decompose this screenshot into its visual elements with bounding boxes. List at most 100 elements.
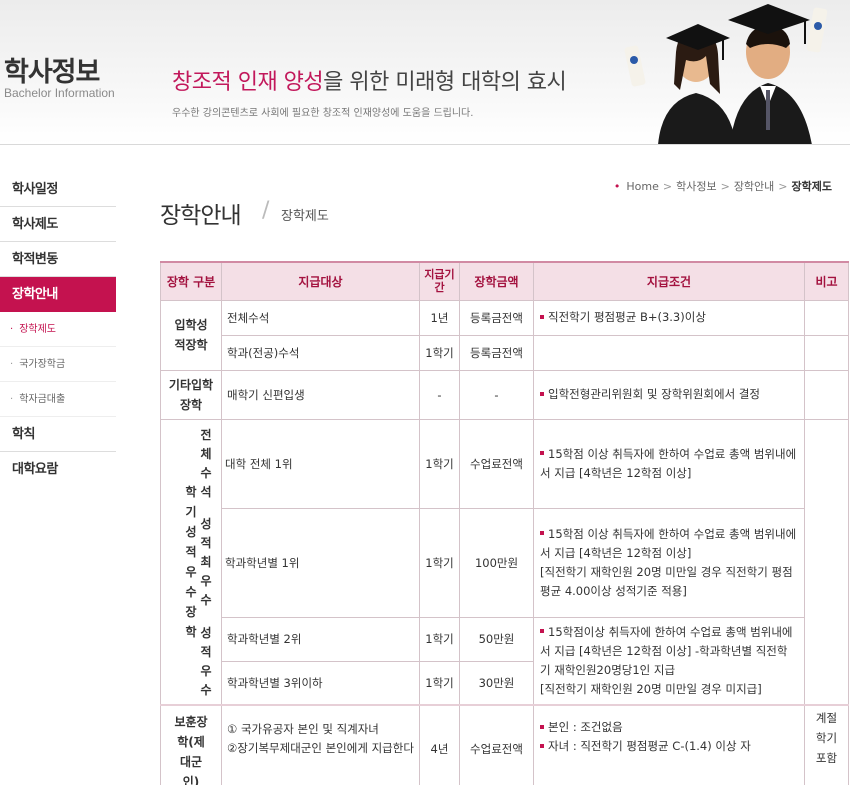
- cell-amount: 100만원: [459, 507, 534, 618]
- slogan-rest: 을 위한 미래형 대학의 효시: [323, 70, 567, 95]
- bullet-icon: [540, 314, 544, 319]
- cell-note: [804, 299, 849, 336]
- sidebar-item-system[interactable]: 학사제도: [0, 207, 116, 242]
- bullet-icon: ·: [10, 324, 14, 335]
- sub-category-bottom: 성적우수: [192, 618, 220, 706]
- cell-amount: 30만원: [459, 660, 534, 706]
- table-row: 성적최우수 학과학년별 1위 1학기 100만원 15학점 이상 취득자에 한하…: [161, 507, 849, 618]
- table-header-row: 장학 구분 지급대상 지급기간 장학금액 지급조건 비고: [160, 261, 849, 301]
- condition-text: 직전학기 평점평균 B+(3.3)이상: [548, 310, 706, 324]
- bullet-icon: [540, 724, 544, 729]
- breadcrumb-level2[interactable]: 장학안내: [734, 180, 774, 193]
- header-type: 장학 구분: [160, 261, 222, 301]
- cell-period: 1학기: [419, 418, 460, 509]
- target-text: ②장기복무제대군인 본인에게 지급한다: [227, 741, 414, 755]
- cell-target: ① 국가유공자 본인 및 직계자녀 ②장기복무제대군인 본인에게 지급한다: [221, 704, 420, 785]
- bullet-icon: ·: [10, 394, 14, 405]
- cell-condition: [533, 334, 805, 371]
- sub-category-label: 전체수석: [200, 427, 212, 499]
- sidebar-subitem-student-loan[interactable]: · 학자금대출: [0, 382, 116, 417]
- breadcrumb-current: 장학제도: [791, 180, 832, 193]
- sub-category-label: 성적우수: [200, 625, 212, 697]
- target-text: ① 국가유공자 본인 및 직계자녀: [227, 722, 379, 736]
- breadcrumb-level1[interactable]: 학사정보: [676, 180, 716, 193]
- condition-text: 15학점 이상 취득자에 한하여 수업료 총액 범위내에서 지급 [4학년은 1…: [540, 526, 797, 560]
- breadcrumb-home[interactable]: Home: [626, 180, 658, 193]
- header-period: 지급기간: [419, 261, 460, 301]
- sidebar-nav: 학사일정 학사제도 학적변동 장학안내 · 장학제도 · 국가장학금 · 학자금대출 …: [0, 172, 116, 487]
- cell-period: 1학기: [419, 507, 460, 618]
- bullet-icon: •: [613, 180, 621, 193]
- header-banner: 학사정보 Bachelor Information 창조적 인재 양성을 위한 …: [0, 0, 850, 145]
- graduates-illustration: [624, 4, 828, 144]
- cell-period: 1학기: [419, 616, 460, 662]
- cell-condition: 본인 : 조건없음자녀 : 직전학기 평점평균 C-(1.4) 이상 자: [533, 704, 805, 785]
- page-title: 장학안내: [160, 203, 242, 229]
- cell-note: [804, 418, 849, 706]
- bullet-icon: [540, 629, 544, 634]
- table-row: 보훈장학(제대군인) ① 국가유공자 본인 및 직계자녀 ②장기복무제대군인 본인…: [160, 704, 849, 785]
- sidebar-item-scholarship[interactable]: 장학안내: [0, 277, 116, 312]
- sidebar-subitem-scholarship-system[interactable]: · 장학제도: [0, 312, 116, 347]
- category-label: 입학성적장학: [174, 318, 208, 352]
- category-veteran: 보훈장학(제대군인): [160, 704, 222, 785]
- condition-text: 본인 : 조건없음: [548, 720, 623, 734]
- header-condition: 지급조건: [533, 261, 805, 301]
- chevron-right-icon: >: [662, 180, 673, 193]
- table-row: 기타입학장학 매학기 신편입생 - - 입학전형관리위원회 및 장학위원회에서 …: [160, 369, 849, 420]
- header-target: 지급대상: [221, 261, 420, 301]
- cell-target: 성적우수 학과학년별 2위: [200, 616, 420, 697]
- sidebar-subitem-label: 학자금대출: [19, 394, 66, 405]
- title-divider: /: [262, 198, 270, 223]
- cell-amount: 등록금전액: [459, 334, 534, 371]
- cell-target-grade-1: 전체수석 대학 전체 1위: [200, 418, 420, 509]
- cell-target: 학과(전공)수석: [221, 334, 420, 371]
- chevron-right-icon: >: [778, 180, 788, 193]
- sidebar-item-catalog[interactable]: 대학요람: [0, 452, 116, 487]
- cell-note: [804, 334, 849, 371]
- condition-text: 입학전형관리위원회 및 장학위원회에서 결정: [548, 387, 760, 401]
- cell-condition: 15학점 이상 취득자에 한하여 수업료 총액 범위내에서 지급 [4학년은 1…: [533, 418, 805, 509]
- sidebar-subitem-label: 장학제도: [19, 324, 56, 335]
- condition-text: 자녀 : 직전학기 평점평균 C-(1.4) 이상 자: [548, 739, 751, 753]
- cell-period: 1학기: [419, 334, 460, 371]
- cell-amount: 50만원: [459, 616, 534, 662]
- table-row: 학기성적우수장학 전체수석 대학 전체 1위 1학기 수업료전액 15학점 이상…: [160, 418, 849, 706]
- cell-condition: 입학전형관리위원회 및 장학위원회에서 결정: [533, 369, 805, 420]
- section-subtitle: Bachelor Information: [4, 86, 115, 100]
- cell-amount: -: [459, 369, 534, 420]
- cell-target: 매학기 신편입생: [221, 369, 420, 420]
- banner-subtext: 우수한 강의콘텐츠로 사회에 필요한 창조적 인재양성에 도움을 드립니다.: [172, 108, 474, 119]
- condition-text: 15학점 이상 취득자에 한하여 수업료 총액 범위내에서 지급 [4학년은 1…: [540, 446, 797, 480]
- cell-condition: 15학점이상 취득자에 한하여 수업료 총액 범위내에서 지급 [4학년은 12…: [533, 616, 805, 706]
- cell-target-grade-2: 성적최우수 학과학년별 1위: [200, 507, 420, 618]
- cell-target: 전체수석: [221, 299, 420, 336]
- breadcrumb: • Home > 학사정보 > 장학안내 > 장학제도: [614, 178, 832, 194]
- sidebar-item-schedule[interactable]: 학사일정: [0, 172, 116, 207]
- sidebar-item-status-change[interactable]: 학적변동: [0, 242, 116, 277]
- sub-category-label: 성적최우수: [200, 517, 212, 607]
- sidebar-subitem-national-scholarship[interactable]: · 국가장학금: [0, 347, 116, 382]
- bullet-icon: [540, 451, 544, 455]
- cell-period: -: [419, 369, 460, 420]
- bullet-icon: [540, 743, 544, 748]
- cell-period: 1학기: [419, 660, 460, 706]
- scholarship-table: 장학 구분 지급대상 지급기간 장학금액 지급조건 비고 입학성적장학 전체수석…: [160, 261, 849, 785]
- header-amount: 장학금액: [459, 261, 534, 301]
- header-note: 비고: [804, 261, 849, 301]
- sidebar-item-regulations[interactable]: 학칙: [0, 417, 116, 452]
- bullet-icon: ·: [10, 359, 14, 370]
- cell-note: 계절학기포함: [804, 704, 849, 785]
- category-other: 기타입학장학: [160, 369, 222, 420]
- table-row: 학과(전공)수석 1학기 등록금전액: [161, 334, 849, 371]
- target-text: 학과학년별 1위: [225, 555, 300, 570]
- table-row: 성적우수 학과학년별 2위 1학기 50만원 15학점이상 취득자에 한하여 수…: [161, 616, 849, 706]
- scholarship-table-wrapper: 장학 구분 지급대상 지급기간 장학금액 지급조건 비고 입학성적장학 전체수석…: [160, 261, 850, 785]
- sub-category-top: 전체수석: [192, 426, 220, 502]
- category-label: 보훈장학(제대군인): [174, 715, 208, 785]
- bullet-icon: [540, 531, 544, 535]
- sidebar-subitem-label: 국가장학금: [19, 359, 66, 370]
- target-text: 학과학년별 2위: [227, 632, 302, 646]
- table-row: 입학성적장학 전체수석 1년 등록금전액 직전학기 평점평균 B+(3.3)이상: [160, 299, 849, 371]
- cell-period: 1년: [419, 299, 460, 336]
